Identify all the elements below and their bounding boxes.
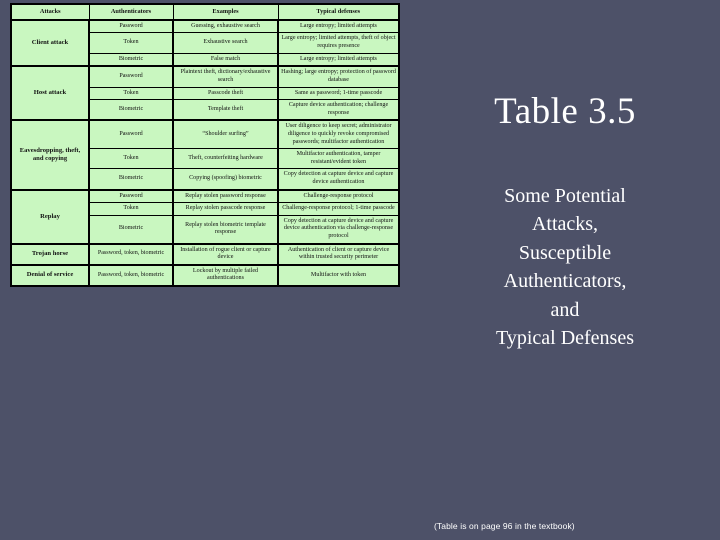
subtitle-line: and <box>550 298 580 321</box>
column-header-attacks: Attacks <box>10 3 90 21</box>
authenticator-cell: Biometric <box>88 168 174 191</box>
subtitle-block: Some Potential Attacks, Susceptible Authent… <box>420 182 710 352</box>
attack-category-cell: Trojan horse <box>10 242 90 266</box>
example-cell: Replay stolen passcode response <box>172 202 279 216</box>
example-cell: “Shoulder surfing” <box>172 119 279 150</box>
attack-table-container: Attacks Authenticators Examples Typical … <box>10 3 400 288</box>
table-row: Replay Password Replay stolen password res… <box>10 188 400 245</box>
defense-cell: User diligence to keep secret; administr… <box>277 119 400 150</box>
column-header-examples: Examples <box>172 3 279 21</box>
authenticator-cell: Biometric <box>88 52 174 67</box>
column-header-typical-defenses: Typical defenses <box>277 3 400 21</box>
attack-category-cell: Denial of service <box>10 263 90 287</box>
defense-cell: Multifactor with token <box>277 263 400 287</box>
authenticator-cell: Token <box>88 32 174 54</box>
defense-cell: Multifactor authentication, tamper resis… <box>277 148 400 170</box>
authenticator-cell: Password, token, biometric <box>88 242 174 266</box>
authenticator-cell: Biometric <box>88 99 174 121</box>
attack-category-cell: Client attack <box>10 18 90 67</box>
example-cell: False match <box>172 52 279 67</box>
defense-cell: Challenge-response protocol; 1-time pass… <box>277 202 400 216</box>
table-row: Host attack Password Plaintext theft, dict… <box>10 65 400 121</box>
defense-cell: Same as password; 1-time passcode <box>277 86 400 101</box>
subtitle-line: Some Potential <box>504 185 626 207</box>
footnote-text: (Table is on page 96 in the textbook) <box>434 521 575 531</box>
example-cell: Exhaustive search <box>172 32 279 54</box>
page-title: Table 3.5 <box>494 91 636 132</box>
example-cell: Theft, counterfeiting hardware <box>172 148 279 170</box>
example-cell: Copying (spoofing) biometric <box>172 168 279 191</box>
subtitle-line: Susceptible <box>518 241 612 264</box>
example-cell: Plaintext theft, dictionary/exhaustive s… <box>172 65 279 88</box>
subtitle-line: Typical Defenses <box>496 326 634 349</box>
authenticator-cell: Password <box>88 119 174 150</box>
defense-cell: Hashing; large entropy; protection of pa… <box>277 65 400 88</box>
example-cell: Installation of rogue client or capture … <box>172 242 279 266</box>
attack-category-cell: Eavesdropping, theft, and copying <box>10 119 90 191</box>
example-cell: Passcode theft <box>172 86 279 101</box>
defense-cell: Challenge-response protocol <box>277 188 400 204</box>
authenticator-cell: Token <box>88 148 174 170</box>
subtitle-line: Authenticators, <box>503 270 627 293</box>
defense-cell: Copy detection at capture device and cap… <box>277 168 400 191</box>
example-cell: Replay stolen biometric template respons… <box>172 214 279 245</box>
authenticator-cell: Password <box>88 188 174 204</box>
example-cell: Guessing, exhaustive search <box>172 18 279 34</box>
defense-cell: Large entropy; limited attempts <box>277 52 400 67</box>
authenticator-cell: Password <box>88 65 174 88</box>
attack-table: Attacks Authenticators Examples Typical … <box>10 3 400 288</box>
defense-cell: Capture device authentication; challenge… <box>277 99 400 121</box>
attack-category-cell: Host attack <box>10 65 90 121</box>
slide-subtitle: Some Potential Attacks, Susceptible Authent… <box>420 182 710 352</box>
title-block: Table 3.5 <box>420 91 710 133</box>
authenticator-cell: Token <box>88 86 174 101</box>
table-header-row: Attacks Authenticators Examples Typical … <box>10 3 400 21</box>
example-cell: Lockout by multiple failed authenticatio… <box>172 263 279 287</box>
slide-canvas: Attacks Authenticators Examples Typical … <box>0 0 720 540</box>
example-cell: Template theft <box>172 99 279 121</box>
defense-cell: Large entropy; limited attempts, theft o… <box>277 32 400 54</box>
defense-cell: Large entropy; limited attempts <box>277 18 400 34</box>
defense-cell: Authentication of client or capture devi… <box>277 242 400 266</box>
authenticator-cell: Password, token, biometric <box>88 263 174 287</box>
table-row: Client attack Password Guessing, exhaustiv… <box>10 18 400 67</box>
table-header: Attacks Authenticators Examples Typical … <box>10 3 400 21</box>
authenticator-cell: Token <box>88 202 174 216</box>
example-cell: Replay stolen password response <box>172 188 279 204</box>
authenticator-cell: Password <box>88 18 174 34</box>
table-row: Denial of service Password, token, biomet… <box>10 263 400 287</box>
table-row: Trojan horse Password, token, biometric In… <box>10 242 400 266</box>
table-row: Eavesdropping, theft, and copying Passwor… <box>10 119 400 191</box>
attack-category-cell: Replay <box>10 188 90 245</box>
authenticator-cell: Biometric <box>88 214 174 245</box>
subtitle-line: Attacks, <box>531 213 599 236</box>
table-body: Client attack Password Guessing, exhaustiv… <box>10 18 400 287</box>
column-header-authenticators: Authenticators <box>88 3 174 21</box>
defense-cell: Copy detection at capture device and cap… <box>277 214 400 245</box>
